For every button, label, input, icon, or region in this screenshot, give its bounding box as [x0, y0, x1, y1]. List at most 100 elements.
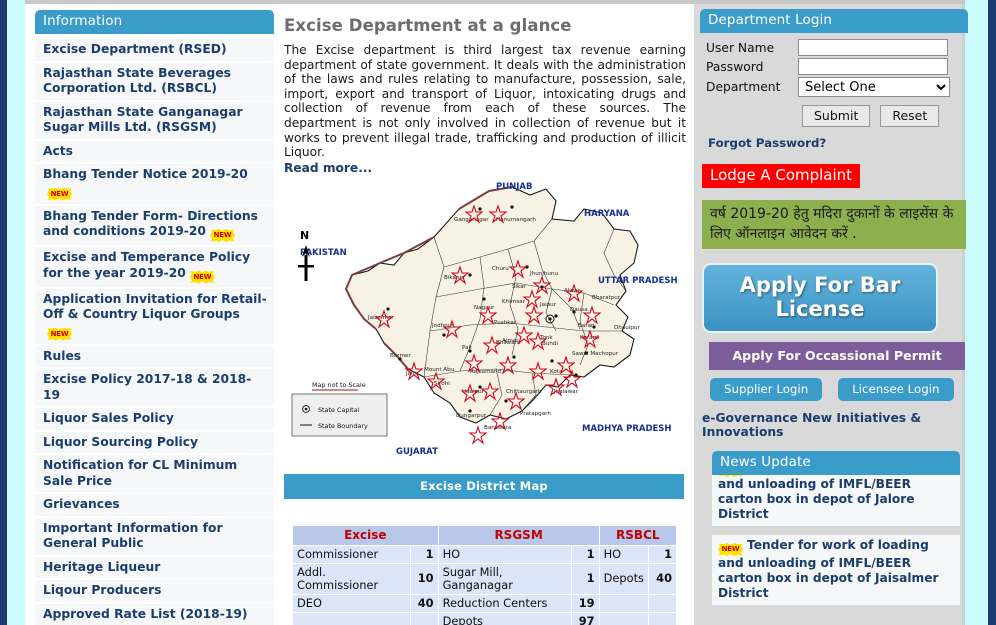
svg-text:Dhaulpur: Dhaulpur	[614, 325, 640, 331]
stats-cell-rsgsm-value: 19	[570, 593, 600, 613]
svg-text:Dausa: Dausa	[570, 307, 588, 313]
rajasthan-excise-map[interactable]: PUNJAB HARYANA PAKISTAN UTTAR PRADESH MA…	[284, 178, 684, 474]
svg-text:Dungarpur: Dungarpur	[456, 413, 487, 419]
svg-text:Pratapgarh: Pratapgarh	[520, 411, 551, 417]
sidebar-item[interactable]: Application Invitation for Retail-Off & …	[35, 288, 274, 346]
sidebar-item[interactable]: Liquor Sales Policy	[35, 408, 274, 432]
portal-login-buttons: Supplier Login Licensee Login	[710, 378, 956, 401]
supplier-login-button[interactable]: Supplier Login	[710, 378, 823, 401]
stats-cell-rsgsm-label: Depots	[437, 611, 572, 625]
sidebar-item[interactable]: Rules	[35, 345, 274, 369]
left-cyan-band	[7, 0, 25, 625]
password-input[interactable]	[798, 58, 948, 75]
sidebar-item[interactable]: Excise and Temperance Policy for the yea…	[35, 247, 274, 289]
new-badge-icon: NEW	[209, 229, 235, 242]
sidebar-item[interactable]: Rajasthan State Beverages Corporation Lt…	[35, 62, 274, 102]
information-panel-header: Information	[35, 10, 274, 34]
svg-text:Bundi: Bundi	[542, 341, 558, 347]
svg-text:Jhunjhunu: Jhunjhunu	[529, 271, 558, 277]
sidebar-item[interactable]: Rajasthan State Ganganagar Sugar Mills L…	[35, 101, 274, 141]
forgot-password-link[interactable]: Forgot Password?	[708, 136, 956, 150]
stats-cell-rsbcl-value: 1	[648, 544, 677, 564]
sidebar-item[interactable]: Grievances	[35, 494, 274, 518]
stats-header-excise: Excise	[292, 524, 439, 546]
svg-text:Jaipur: Jaipur	[539, 302, 557, 308]
sidebar-item[interactable]: Excise Policy 2017-18 & 2018-19	[35, 369, 274, 408]
hindi-online-application-banner[interactable]: वर्ष 2019-20 हेतु मदिरा दुकानों के लाइसे…	[702, 200, 966, 249]
sidebar-item-label: Grievances	[43, 497, 120, 511]
apply-occasional-permit-button[interactable]: Apply For Occassional Permit	[709, 342, 965, 370]
sidebar-item[interactable]: Liquor Sourcing Policy	[35, 431, 274, 455]
username-input[interactable]	[798, 39, 948, 56]
sidebar-item[interactable]: Important Information for General Public	[35, 517, 274, 557]
news-item-text: Tender for work of loading and unloading…	[718, 538, 939, 600]
sidebar-item[interactable]: Liqour Producers	[35, 580, 274, 604]
table-row: Commissioner 1 HO 1 HO 1	[292, 544, 677, 564]
sidebar-item[interactable]: Excise Department (RSED)	[35, 39, 274, 63]
apply-bar-license-button[interactable]: Apply For Bar License	[702, 263, 938, 333]
sidebar-item-label: Excise and Temperance Policy for the yea…	[43, 250, 251, 280]
sidebar-item-label: Rajasthan State Beverages Corporation Lt…	[43, 65, 231, 96]
svg-text:Churu: Churu	[492, 266, 509, 272]
stats-cell-rsbcl-value: 40	[648, 562, 677, 595]
username-row: User Name	[706, 39, 956, 56]
licensee-login-button[interactable]: Licensee Login	[838, 378, 954, 401]
sidebar-item-label: Notification for CL Minimum Sale Price	[43, 458, 238, 488]
svg-text:HARYANA: HARYANA	[584, 209, 630, 219]
svg-text:Sirohi: Sirohi	[434, 381, 450, 387]
sidebar-item[interactable]: Approved Rate List (2018-19)	[35, 603, 274, 625]
stats-cell-rsgsm-label: Reduction Centers	[437, 593, 572, 613]
svg-text:Barmer: Barmer	[390, 353, 411, 359]
left-border-stripe	[0, 0, 7, 625]
lodge-complaint-button[interactable]: Lodge A Complaint	[702, 164, 861, 188]
sidebar-item-label: Approved Rate List (2018-19)	[43, 606, 248, 621]
new-badge-icon: NEW	[47, 327, 72, 341]
stats-header-row: Excise RSGSM RSBCL	[292, 524, 678, 546]
stats-cell-rsgsm-label: Sugar Mill, Ganganagar	[437, 562, 572, 595]
sidebar-item[interactable]: Heritage Liqueur	[35, 556, 274, 580]
sidebar-item-label: Excise Policy 2017-18 & 2018-19	[43, 372, 252, 402]
svg-text:Khimsar: Khimsar	[502, 299, 526, 305]
svg-text:Rajsamand: Rajsamand	[470, 369, 502, 375]
sidebar-item[interactable]: Bhang Tender Form- Directions and condit…	[35, 205, 274, 247]
sidebar-item[interactable]: Bhang Tender Notice 2019-20 NEW	[35, 164, 274, 206]
table-row: DEO 40 Reduction Centers 19	[292, 593, 677, 613]
information-menu-list: Excise Department (RSED) Rajasthan State …	[35, 39, 274, 625]
username-label: User Name	[706, 40, 775, 55]
svg-text:Bharatpur: Bharatpur	[592, 295, 621, 301]
department-label: Department	[706, 80, 781, 94]
map-caption-bar[interactable]: Excise District Map	[284, 473, 684, 499]
svg-text:Pushkar: Pushkar	[494, 320, 517, 326]
svg-text:UTTAR PRADESH: UTTAR PRADESH	[598, 276, 678, 286]
right-panel: Department Login User Name Password Depa…	[694, 4, 968, 625]
sidebar-item-label: Acts	[43, 143, 74, 158]
stats-cell-rsgsm-value: 97	[570, 611, 600, 625]
page-title: Excise Department at a glance	[284, 16, 572, 35]
sidebar-item[interactable]: Acts	[35, 140, 274, 164]
egovernance-link[interactable]: e-Governance New Initiatives & Innovatio…	[702, 411, 956, 439]
map-svg: PUNJAB HARYANA PAKISTAN UTTAR PRADESH MA…	[284, 178, 684, 474]
stats-cell-excise-label: Addl. Commissioner	[292, 562, 411, 595]
stats-cell-excise-label	[292, 611, 411, 625]
department-select[interactable]: Select One	[798, 77, 950, 97]
stats-cell-excise-value	[409, 611, 439, 625]
submit-button[interactable]: Submit	[802, 105, 871, 127]
stats-cell-rsbcl-value	[648, 611, 677, 625]
sidebar-item[interactable]: Notification for CL Minimum Sale Price	[35, 455, 274, 494]
stats-cell-rsbcl-label: Depots	[598, 562, 650, 595]
svg-text:GUJARAT: GUJARAT	[396, 447, 438, 457]
read-more-link[interactable]: Read more...	[284, 161, 686, 175]
table-row: Addl. Commissioner 10 Sugar Mill, Ganganag…	[292, 562, 677, 595]
svg-text:Kota: Kota	[550, 369, 562, 375]
news-update-list[interactable]: NEWTender for work of loading and unload…	[712, 475, 960, 610]
new-badge-icon: NEW	[189, 270, 215, 284]
stats-cell-rsgsm-value: 1	[570, 544, 600, 564]
excise-stats-table: Excise RSGSM RSBCL Commissioner 1 HO 1 HO 1 Ad…	[292, 524, 678, 625]
stats-cell-rsgsm-value: 1	[570, 562, 600, 595]
stats-cell-rsbcl-value	[648, 593, 677, 613]
reset-button[interactable]: Reset	[880, 105, 940, 127]
news-item[interactable]: NEWTender for work of loading and unload…	[712, 475, 960, 526]
stats-cell-rsgsm-label: HO	[437, 544, 572, 564]
new-badge-icon: NEW	[718, 543, 743, 556]
news-item[interactable]: NEWTender for work of loading and unload…	[712, 535, 960, 605]
